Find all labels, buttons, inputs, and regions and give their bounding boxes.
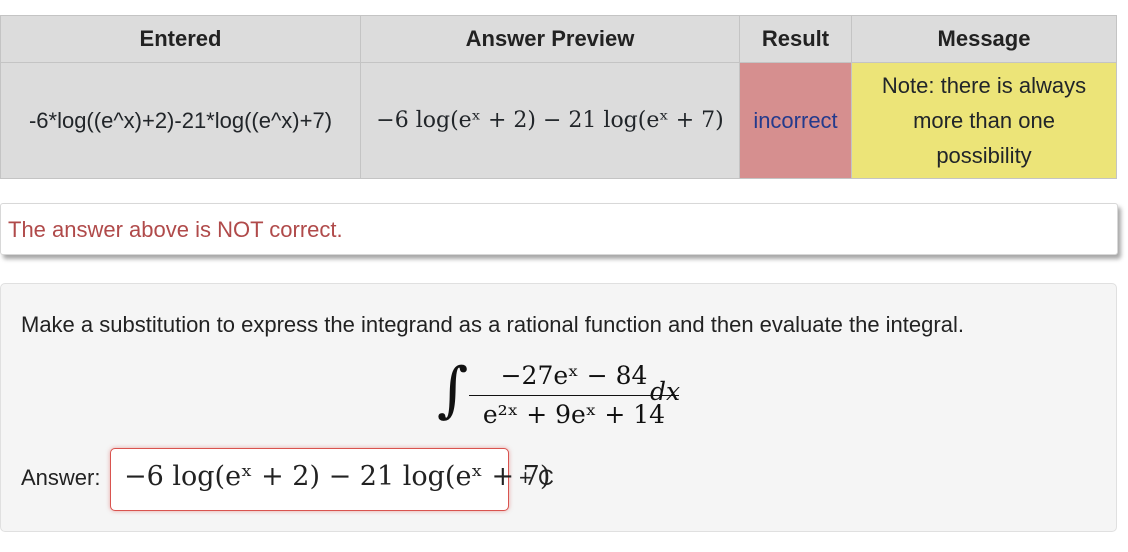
message-line: possibility bbox=[936, 143, 1032, 168]
answer-label: Answer: bbox=[21, 465, 101, 490]
answer-preview-cell: −6 log(eˣ + 2) − 21 log(eˣ + 7) bbox=[360, 62, 740, 179]
header-message: Message bbox=[851, 15, 1117, 63]
header-entered: Entered bbox=[0, 15, 361, 63]
answer-input-value: −6 log(eˣ + 2) − 21 log(eˣ + 7) bbox=[124, 461, 551, 492]
table-row: -6*log((e^x)+2)-21*log((e^x)+7) −6 log(e… bbox=[0, 62, 1117, 179]
message-line: more than one bbox=[913, 108, 1055, 133]
integral-sign: ∫ bbox=[437, 355, 469, 425]
problem-instruction: Make a substitution to express the integ… bbox=[21, 312, 964, 337]
integrand-numerator: −27eˣ − 84 bbox=[500, 361, 648, 390]
answer-input[interactable]: −6 log(eˣ + 2) − 21 log(eˣ + 7) bbox=[110, 448, 550, 511]
results-table: Entered Answer Preview Result Message -6… bbox=[0, 15, 1117, 179]
status-text: The answer above is NOT correct. bbox=[8, 217, 343, 242]
message-line: Note: there is always bbox=[881, 73, 1087, 98]
entered-cell: -6*log((e^x)+2)-21*log((e^x)+7) bbox=[0, 62, 361, 179]
differential: dx bbox=[650, 377, 681, 406]
fraction-bar bbox=[469, 395, 679, 396]
header-answer-preview: Answer Preview bbox=[360, 15, 740, 63]
constant-of-integration: + C bbox=[519, 465, 554, 490]
integrand-fraction: −27eˣ − 84 e²ˣ + 9eˣ + 14 bbox=[469, 359, 679, 432]
status-message-box: The answer above is NOT correct. bbox=[0, 203, 1118, 255]
results-header-row: Entered Answer Preview Result Message bbox=[0, 15, 1117, 63]
integrand-denominator: e²ˣ + 9eˣ + 14 bbox=[482, 400, 666, 429]
problem-box: Make a substitution to express the integ… bbox=[0, 283, 1117, 532]
result-cell: incorrect bbox=[739, 62, 852, 179]
message-cell: Note: there is always more than one poss… bbox=[851, 62, 1117, 179]
header-result: Result bbox=[739, 15, 852, 63]
